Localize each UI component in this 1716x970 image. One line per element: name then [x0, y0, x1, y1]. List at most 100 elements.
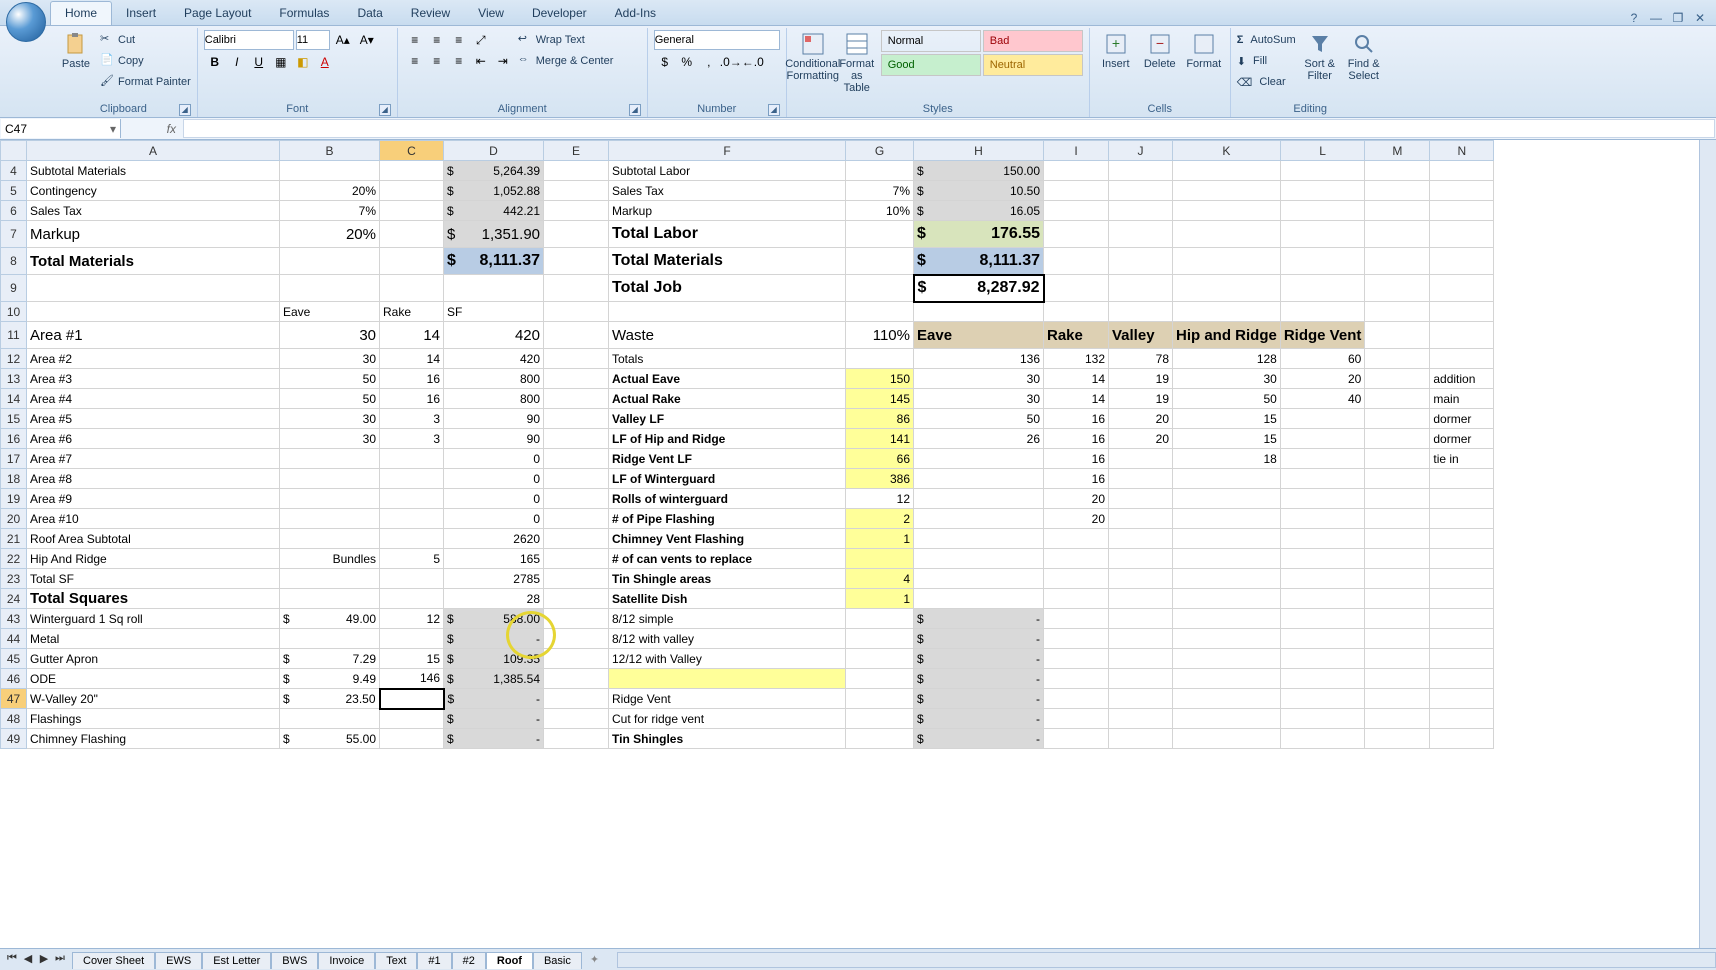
decrease-decimal-button[interactable]: ←.0 [742, 52, 764, 72]
cell-N21[interactable] [1430, 529, 1494, 549]
cell-G24[interactable]: 1 [846, 589, 914, 609]
cell-H48[interactable]: $- [914, 709, 1044, 729]
cell-N24[interactable] [1430, 589, 1494, 609]
tab-nav-next[interactable]: ▶ [36, 952, 52, 968]
cell-M19[interactable] [1365, 489, 1430, 509]
row-header[interactable]: 44 [1, 629, 27, 649]
style-normal[interactable]: Normal [881, 30, 981, 52]
cell-B5[interactable]: 20% [280, 181, 380, 201]
cell-K18[interactable] [1173, 469, 1281, 489]
cell-K10[interactable] [1173, 302, 1281, 322]
orientation-button[interactable]: ⤢ [470, 30, 492, 50]
sort-filter-button[interactable]: Sort & Filter [1300, 30, 1340, 84]
cell-D20[interactable]: 0 [444, 509, 544, 529]
cell-G8[interactable] [846, 248, 914, 275]
cell-M24[interactable] [1365, 589, 1430, 609]
cell-H14[interactable]: 30 [914, 389, 1044, 409]
cell-I47[interactable] [1044, 689, 1109, 709]
shrink-font-button[interactable]: A▾ [356, 30, 378, 50]
cell-L16[interactable] [1280, 429, 1365, 449]
cell-B6[interactable]: 7% [280, 201, 380, 221]
row-header[interactable]: 11 [1, 322, 27, 349]
sheet-tab--1[interactable]: #1 [417, 952, 451, 969]
row-header[interactable]: 48 [1, 709, 27, 729]
cell-N18[interactable] [1430, 469, 1494, 489]
col-header-H[interactable]: H [914, 141, 1044, 161]
cell-L43[interactable] [1280, 609, 1365, 629]
cell-A46[interactable]: ODE [27, 669, 280, 689]
cell-N44[interactable] [1430, 629, 1494, 649]
cell-I8[interactable] [1044, 248, 1109, 275]
row-header[interactable]: 13 [1, 369, 27, 389]
cell-I7[interactable] [1044, 221, 1109, 248]
cell-B11[interactable]: 30 [280, 322, 380, 349]
name-box[interactable]: ▾ [1, 119, 121, 138]
bold-button[interactable]: B [204, 52, 226, 72]
format-as-table-button[interactable]: Format as Table [837, 30, 877, 96]
col-header-A[interactable]: A [27, 141, 280, 161]
cell-J22[interactable] [1109, 549, 1173, 569]
formula-input[interactable] [183, 119, 1715, 138]
cell-C5[interactable] [380, 181, 444, 201]
cell-A14[interactable]: Area #4 [27, 389, 280, 409]
cell-K16[interactable]: 15 [1173, 429, 1281, 449]
cell-J5[interactable] [1109, 181, 1173, 201]
format-cells-button[interactable]: Format [1184, 30, 1224, 72]
row-header[interactable]: 46 [1, 669, 27, 689]
cell-D21[interactable]: 2620 [444, 529, 544, 549]
cell-F8[interactable]: Total Materials [609, 248, 846, 275]
cell-D46[interactable]: $1,385.54 [444, 669, 544, 689]
cell-N5[interactable] [1430, 181, 1494, 201]
cell-C45[interactable]: 15 [380, 649, 444, 669]
cell-I11[interactable]: Rake [1044, 322, 1109, 349]
font-color-button[interactable]: A [314, 52, 336, 72]
cell-G43[interactable] [846, 609, 914, 629]
sheet-tab-invoice[interactable]: Invoice [318, 952, 375, 969]
cell-B16[interactable]: 30 [280, 429, 380, 449]
cell-K24[interactable] [1173, 589, 1281, 609]
cell-D48[interactable]: $- [444, 709, 544, 729]
cell-F13[interactable]: Actual Eave [609, 369, 846, 389]
insert-cells-button[interactable]: +Insert [1096, 30, 1136, 72]
row-header[interactable]: 6 [1, 201, 27, 221]
cell-C19[interactable] [380, 489, 444, 509]
cell-H8[interactable]: $8,111.37 [914, 248, 1044, 275]
cell-M23[interactable] [1365, 569, 1430, 589]
cell-K44[interactable] [1173, 629, 1281, 649]
col-header-N[interactable]: N [1430, 141, 1494, 161]
cell-E10[interactable] [544, 302, 609, 322]
row-header[interactable]: 10 [1, 302, 27, 322]
cell-F19[interactable]: Rolls of winterguard [609, 489, 846, 509]
name-box-input[interactable] [5, 122, 75, 136]
style-neutral[interactable]: Neutral [983, 54, 1083, 76]
cell-D45[interactable]: $109.35 [444, 649, 544, 669]
cell-M44[interactable] [1365, 629, 1430, 649]
cell-A21[interactable]: Roof Area Subtotal [27, 529, 280, 549]
cell-D44[interactable]: $- [444, 629, 544, 649]
cell-N6[interactable] [1430, 201, 1494, 221]
cell-B43[interactable]: $49.00 [280, 609, 380, 629]
cell-N23[interactable] [1430, 569, 1494, 589]
cell-M5[interactable] [1365, 181, 1430, 201]
cell-M20[interactable] [1365, 509, 1430, 529]
cell-K9[interactable] [1173, 275, 1281, 302]
cell-D17[interactable]: 0 [444, 449, 544, 469]
cell-J9[interactable] [1109, 275, 1173, 302]
ribbon-tab-insert[interactable]: Insert [112, 2, 170, 25]
sheet-tab-basic[interactable]: Basic [533, 952, 582, 969]
col-header-L[interactable]: L [1280, 141, 1365, 161]
increase-decimal-button[interactable]: .0→ [720, 52, 742, 72]
cell-C46[interactable]: 146 [380, 669, 444, 689]
cell-D6[interactable]: $442.21 [444, 201, 544, 221]
cell-C20[interactable] [380, 509, 444, 529]
cell-D15[interactable]: 90 [444, 409, 544, 429]
cell-J11[interactable]: Valley [1109, 322, 1173, 349]
sheet-tab-ews[interactable]: EWS [155, 952, 202, 969]
cell-F47[interactable]: Ridge Vent [609, 689, 846, 709]
ribbon-tab-home[interactable]: Home [50, 1, 112, 25]
new-sheet-button[interactable]: ✦ [582, 953, 607, 966]
cell-J18[interactable] [1109, 469, 1173, 489]
sheet-tab--2[interactable]: #2 [452, 952, 486, 969]
cell-K14[interactable]: 50 [1173, 389, 1281, 409]
cell-C43[interactable]: 12 [380, 609, 444, 629]
